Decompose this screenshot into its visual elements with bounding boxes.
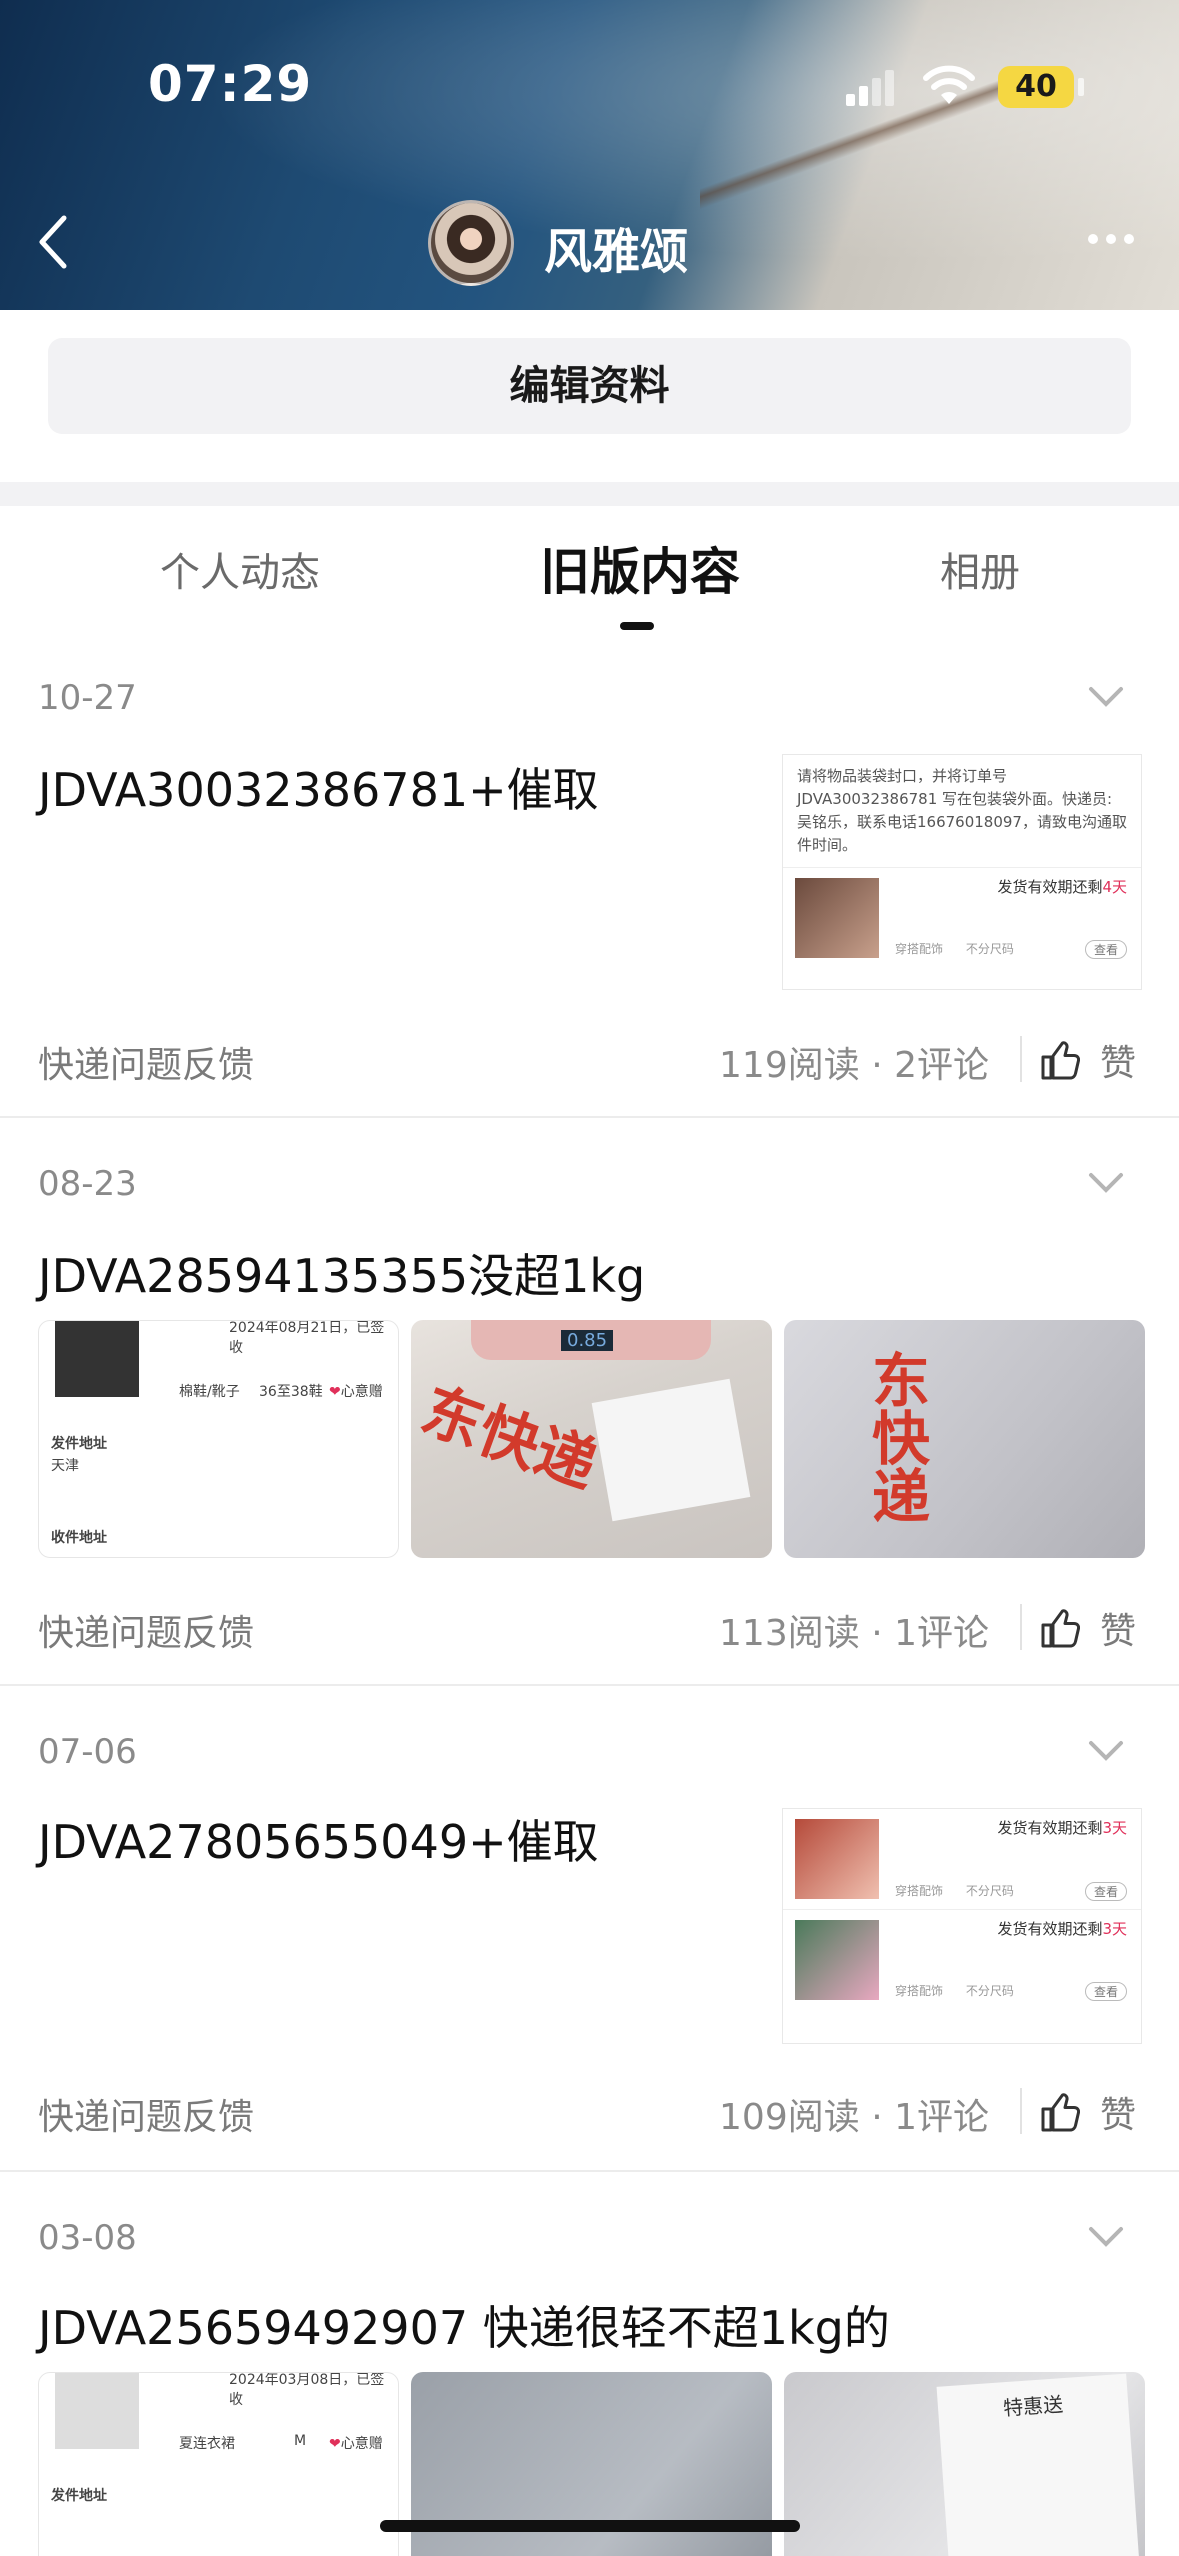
- more-options-button[interactable]: [1088, 234, 1134, 244]
- deadline-days: 4天: [1102, 878, 1127, 896]
- thumbs-up-icon: [1041, 1609, 1080, 1648]
- post-tag[interactable]: 快递问题反馈: [38, 1604, 254, 1656]
- thumbnail-row: 发货有效期还剩3天 穿搭配饰 不分尺码 查看: [783, 1909, 1141, 2009]
- item-meta: 穿搭配饰: [895, 942, 944, 956]
- thumbnail-text: 请将物品装袋封口，并将订单号 JDVA30032386781 写在包装袋外面。快…: [797, 767, 1127, 854]
- wifi-icon: [923, 65, 975, 104]
- post-stats: 109阅读 · 1评论: [719, 2097, 989, 2138]
- dot-icon: [1106, 234, 1116, 244]
- post-stats: 113阅读 · 1评论: [719, 1613, 989, 1654]
- thumbnail-row: 发货有效期还剩3天 穿搭配饰 不分尺码 查看: [783, 1809, 1141, 1909]
- thumbnail-row: 发货有效期还剩4天 穿搭配饰 不分尺码 查看: [783, 867, 1141, 967]
- chevron-down-icon[interactable]: [1088, 1740, 1124, 1762]
- post-image[interactable]: 2024年03月08日，已签收 夏连衣裙 M ❤心意赠 发件地址: [38, 2372, 399, 2556]
- post-stats: 119阅读 · 2评论: [719, 1045, 989, 1086]
- scale-reading: 0.85: [561, 1330, 614, 1351]
- post-image-grid: 2024年08月21日，已签收 棉鞋/靴子 36至38鞋 ❤心意赠 发件地址 天…: [38, 1320, 1145, 1558]
- like-button[interactable]: 赞: [1040, 1602, 1136, 1654]
- section-divider: [0, 482, 1179, 506]
- post-tag[interactable]: 快递问题反馈: [38, 2088, 254, 2140]
- post-item[interactable]: 03-08 JDVA25659492907 快递很轻不超1kg的 2024年03…: [0, 2216, 1179, 2556]
- home-indicator[interactable]: [380, 2520, 800, 2532]
- post-image[interactable]: 2024年08月21日，已签收 棉鞋/靴子 36至38鞋 ❤心意赠 发件地址 天…: [38, 1320, 399, 1558]
- like-label: 赞: [1100, 2095, 1137, 2136]
- comment-count: 1评论: [894, 2097, 989, 2138]
- view-button: 查看: [1084, 940, 1127, 959]
- chevron-left-icon: [39, 215, 67, 269]
- read-count: 119阅读: [719, 1045, 860, 1086]
- like-button[interactable]: 赞: [1040, 2086, 1136, 2138]
- status-time: 07:29: [148, 55, 313, 113]
- post-item[interactable]: 10-27 JDVA30032386781+催取 请将物品装袋封口，并将订单号 …: [0, 676, 1179, 1120]
- thumbs-up-icon: [1041, 2093, 1080, 2132]
- chevron-down-icon[interactable]: [1088, 1172, 1124, 1194]
- post-date: 10-27: [38, 678, 137, 718]
- thumbs-up-icon: [1041, 1041, 1080, 1080]
- read-count: 109阅读: [719, 2097, 860, 2138]
- post-date: 08-23: [38, 1164, 137, 1204]
- tab-album[interactable]: 相册: [940, 540, 1020, 598]
- post-image[interactable]: 特惠送: [784, 2372, 1145, 2556]
- edit-profile-button[interactable]: 编辑资料: [48, 338, 1131, 434]
- dot-icon: [1088, 234, 1098, 244]
- size-meta: 不分尺码: [965, 942, 1014, 956]
- post-thumbnail[interactable]: 发货有效期还剩3天 穿搭配饰 不分尺码 查看 发货有效期还剩3天 穿搭配饰 不分…: [782, 1808, 1142, 2044]
- profile-name: 风雅颂: [544, 224, 689, 280]
- dot-icon: [1124, 234, 1134, 244]
- content-tabs: 个人动态 旧版内容 相册: [0, 540, 1179, 640]
- cellular-signal-icon: [846, 70, 896, 106]
- post-image[interactable]: 0.85 东快递: [411, 1320, 772, 1558]
- post-date: 07-06: [38, 1732, 137, 1772]
- post-item[interactable]: 07-06 JDVA27805655049+催取 发货有效期还剩3天 穿搭配饰 …: [0, 1730, 1179, 2174]
- like-label: 赞: [1100, 1611, 1137, 1652]
- post-date: 03-08: [38, 2218, 137, 2258]
- chevron-down-icon[interactable]: [1088, 686, 1124, 708]
- battery-indicator: 40: [998, 66, 1074, 108]
- tab-personal-feed[interactable]: 个人动态: [160, 540, 320, 598]
- comment-count: 2评论: [894, 1045, 989, 1086]
- post-title: JDVA27805655049+催取: [38, 1815, 599, 1869]
- post-title: JDVA28594135355没超1kg: [38, 1249, 646, 1303]
- post-thumbnail[interactable]: 请将物品装袋封口，并将订单号 JDVA30032386781 写在包装袋外面。快…: [782, 754, 1142, 990]
- chevron-down-icon[interactable]: [1088, 2226, 1124, 2248]
- active-tab-indicator: [620, 622, 654, 630]
- battery-tip: [1078, 78, 1084, 96]
- post-image[interactable]: 东快递: [784, 1320, 1145, 1558]
- tab-legacy-content[interactable]: 旧版内容: [540, 532, 740, 604]
- like-label: 赞: [1100, 1043, 1137, 1084]
- post-title: JDVA30032386781+催取: [38, 763, 599, 817]
- read-count: 113阅读: [719, 1613, 860, 1654]
- post-title: JDVA25659492907 快递很轻不超1kg的: [38, 2301, 890, 2355]
- back-button[interactable]: [30, 212, 78, 272]
- avatar[interactable]: [428, 200, 514, 286]
- comment-count: 1评论: [894, 1613, 989, 1654]
- post-item[interactable]: 08-23 JDVA28594135355没超1kg 2024年08月21日，已…: [0, 1162, 1179, 1686]
- post-tag[interactable]: 快递问题反馈: [38, 1036, 254, 1088]
- deadline-label: 发货有效期还剩: [997, 878, 1103, 896]
- like-button[interactable]: 赞: [1040, 1034, 1136, 1086]
